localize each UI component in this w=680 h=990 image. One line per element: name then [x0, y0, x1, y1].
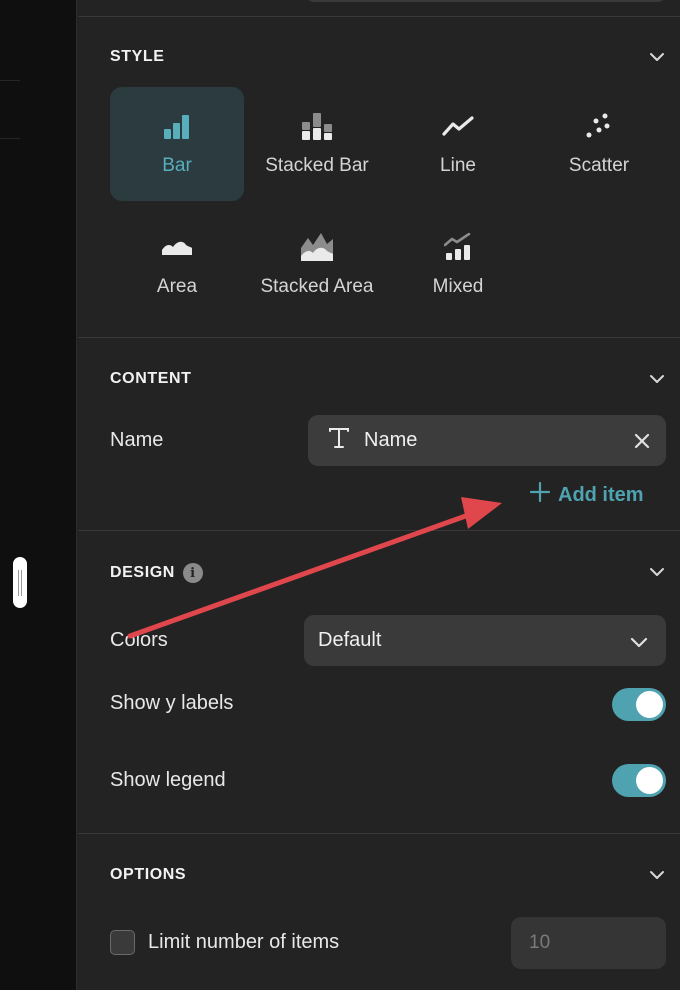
show-legend-label: Show legend: [110, 769, 226, 791]
limit-items-checkbox[interactable]: [110, 930, 135, 955]
content-section-title: CONTENT: [110, 370, 192, 388]
remove-chip-close-icon[interactable]: [632, 431, 652, 451]
show-y-labels-toggle[interactable]: [612, 688, 666, 721]
content-collapse-chevron-icon[interactable]: [648, 370, 666, 388]
limit-items-input[interactable]: [511, 917, 666, 969]
colors-select-value: Default: [318, 629, 382, 651]
left-canvas-strip: [0, 0, 77, 990]
line-chart-icon: [442, 111, 474, 141]
text-type-icon: [328, 427, 350, 454]
add-item-button[interactable]: Add item: [529, 481, 644, 508]
scatter-chart-icon: [586, 111, 612, 141]
name-field-label: Name: [110, 429, 164, 451]
show-legend-toggle[interactable]: [612, 764, 666, 797]
section-divider: [78, 16, 680, 17]
options-title-text: OPTIONS: [110, 866, 187, 883]
stacked-bar-icon: [301, 111, 333, 141]
mixed-chart-icon: [444, 232, 472, 262]
style-option-label: Mixed: [432, 276, 484, 297]
design-title-text: DESIGN: [110, 564, 175, 581]
content-title-text: CONTENT: [110, 370, 192, 387]
chevron-down-icon: [630, 631, 648, 654]
style-option-label: Line: [440, 155, 476, 176]
design-collapse-chevron-icon[interactable]: [648, 563, 666, 581]
style-option-bar[interactable]: Bar: [110, 87, 244, 201]
info-icon[interactable]: i: [182, 563, 203, 583]
style-section-title: STYLE: [110, 48, 165, 66]
style-option-area[interactable]: Area: [110, 208, 244, 322]
style-option-stacked-area[interactable]: Stacked Area: [250, 208, 384, 322]
area-chart-icon: [161, 232, 193, 262]
chart-settings-panel: STYLE Bar Stacked Bar Line Scatter Area …: [78, 0, 680, 990]
name-chip-text: Name: [364, 429, 418, 451]
style-collapse-chevron-icon[interactable]: [648, 48, 666, 66]
options-collapse-chevron-icon[interactable]: [648, 866, 666, 884]
strip-divider: [0, 138, 20, 139]
toggle-knob: [636, 691, 663, 718]
strip-divider: [0, 80, 20, 81]
colors-label: Colors: [110, 629, 168, 651]
panel-resize-handle[interactable]: [13, 557, 27, 608]
toggle-knob: [636, 767, 663, 794]
add-item-label: Add item: [558, 483, 644, 506]
options-section-title: OPTIONS: [110, 866, 186, 884]
section-divider: [78, 833, 680, 834]
style-option-label: Bar: [162, 155, 192, 176]
name-field-chip[interactable]: Name: [308, 415, 666, 466]
section-divider: [78, 337, 680, 338]
style-option-label: Stacked Area: [260, 276, 374, 297]
limit-items-label: Limit number of items: [148, 931, 340, 953]
style-option-line[interactable]: Line: [391, 87, 525, 201]
top-input-field[interactable]: [306, 0, 666, 2]
style-option-stacked-bar[interactable]: Stacked Bar: [250, 87, 384, 201]
stacked-area-icon: [300, 232, 334, 262]
style-title-text: STYLE: [110, 48, 165, 65]
style-option-mixed[interactable]: Mixed: [391, 208, 525, 322]
style-option-label: Stacked Bar: [265, 155, 369, 176]
style-option-label: Area: [156, 276, 198, 297]
style-option-scatter[interactable]: Scatter: [532, 87, 666, 201]
section-divider: [78, 530, 680, 531]
plus-icon: [529, 481, 551, 508]
colors-select[interactable]: Default: [304, 615, 666, 666]
show-y-labels-label: Show y labels: [110, 692, 234, 714]
design-section-title: DESIGN i: [110, 563, 203, 583]
style-option-label: Scatter: [568, 155, 630, 176]
bar-chart-icon: [163, 111, 191, 141]
